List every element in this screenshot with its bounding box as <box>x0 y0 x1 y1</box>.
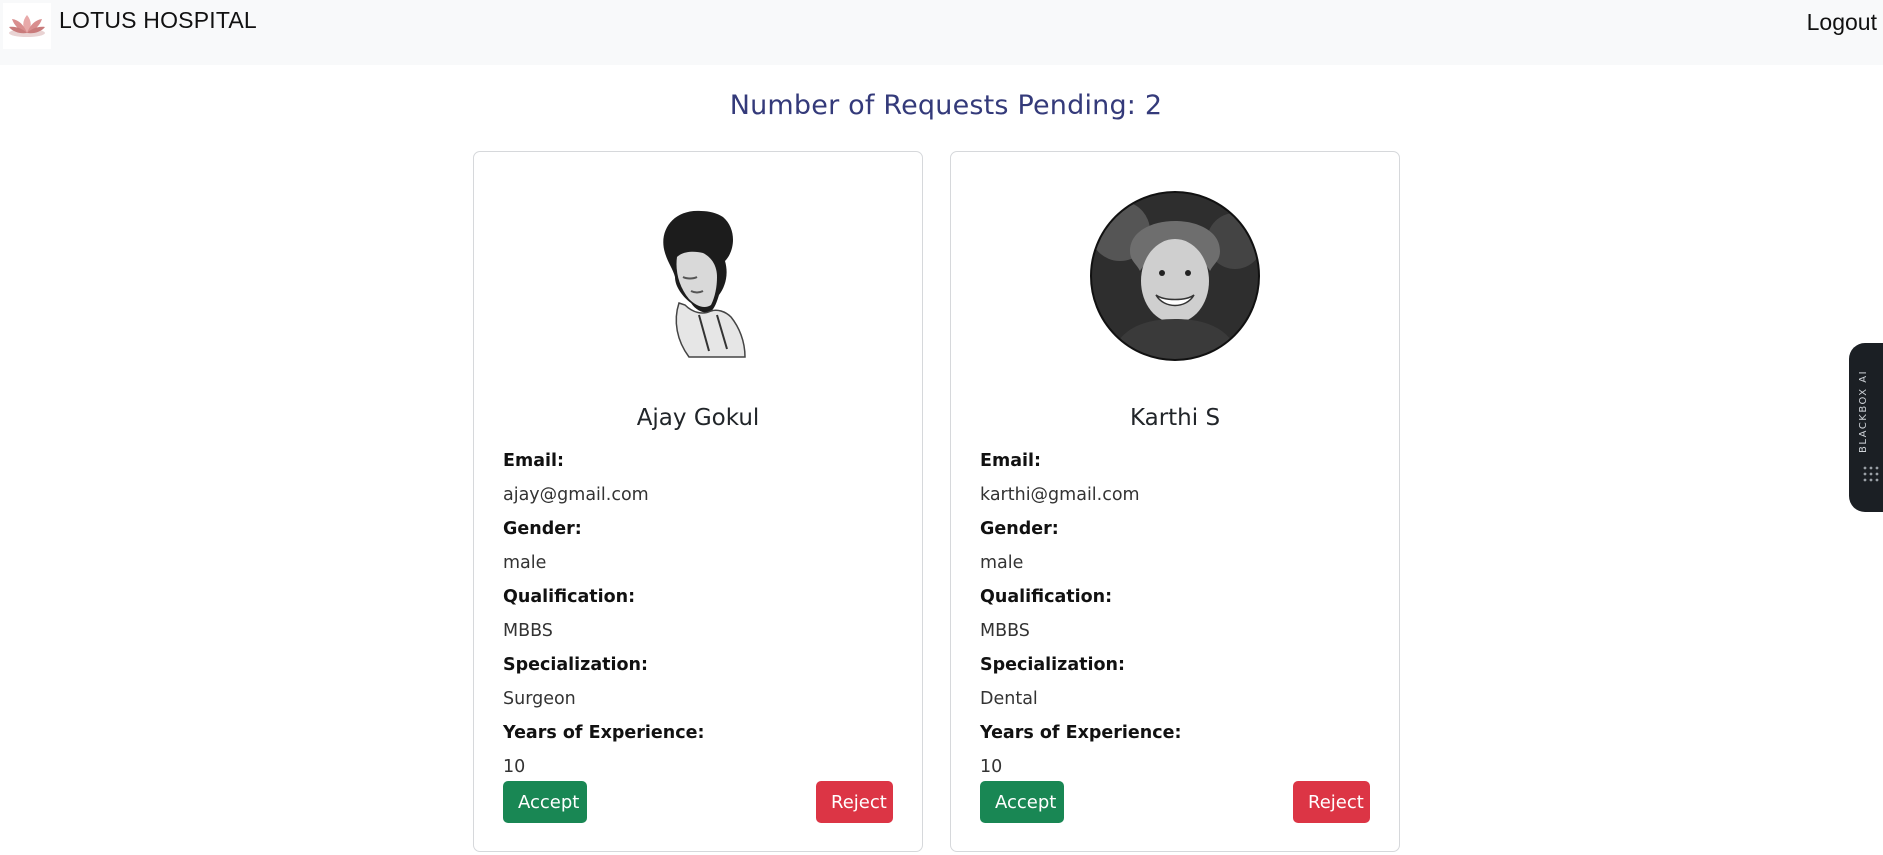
blackbox-dots-icon <box>1863 466 1879 482</box>
accept-button[interactable]: Accept <box>503 781 587 823</box>
email-label: Email: <box>980 451 1041 471</box>
email-label: Email: <box>503 451 564 471</box>
gender-label: Gender: <box>503 519 582 539</box>
request-card: Karthi S Email: karthi@gmail.com Gender:… <box>950 151 1400 852</box>
avatar <box>1090 191 1260 361</box>
qualification-label: Qualification: <box>503 587 636 607</box>
accept-button[interactable]: Accept <box>980 781 1064 823</box>
navbar: LOTUS HOSPITAL Logout <box>0 0 1883 65</box>
doctor-name: Ajay Gokul <box>636 405 760 431</box>
request-card: Ajay Gokul Email: ajay@gmail.com Gender:… <box>473 151 923 852</box>
qualification-value: MBBS <box>980 621 1030 641</box>
pending-requests-heading: Number of Requests Pending: 2 <box>729 90 1163 121</box>
experience-label: Years of Experience: <box>503 723 705 743</box>
qualification-value: MBBS <box>503 621 553 641</box>
specialization-value: Surgeon <box>503 689 576 709</box>
email-value: ajay@gmail.com <box>503 485 649 505</box>
gender-value: male <box>503 553 547 573</box>
doctor-details: Email: karthi@gmail.com Gender: male Qua… <box>980 444 1372 784</box>
experience-label: Years of Experience: <box>980 723 1182 743</box>
reject-button[interactable]: Reject <box>1293 781 1370 823</box>
avatar <box>613 191 783 361</box>
logout-link[interactable]: Logout <box>1807 9 1877 36</box>
reject-button[interactable]: Reject <box>816 781 893 823</box>
blackbox-ai-tab[interactable]: BLACKBOX AI <box>1849 343 1883 512</box>
qualification-label: Qualification: <box>980 587 1113 607</box>
specialization-label: Specialization: <box>503 655 649 675</box>
lotus-logo-icon[interactable] <box>3 3 51 49</box>
brand-name[interactable]: LOTUS HOSPITAL <box>59 7 257 34</box>
experience-value: 10 <box>503 757 526 777</box>
blackbox-ai-label: BLACKBOX AI <box>1858 369 1869 453</box>
doctor-name: Karthi S <box>1129 405 1221 431</box>
specialization-label: Specialization: <box>980 655 1126 675</box>
gender-value: male <box>980 553 1024 573</box>
gender-label: Gender: <box>980 519 1059 539</box>
experience-value: 10 <box>980 757 1003 777</box>
specialization-value: Dental <box>980 689 1038 709</box>
email-value: karthi@gmail.com <box>980 485 1140 505</box>
doctor-details: Email: ajay@gmail.com Gender: male Quali… <box>503 444 895 784</box>
